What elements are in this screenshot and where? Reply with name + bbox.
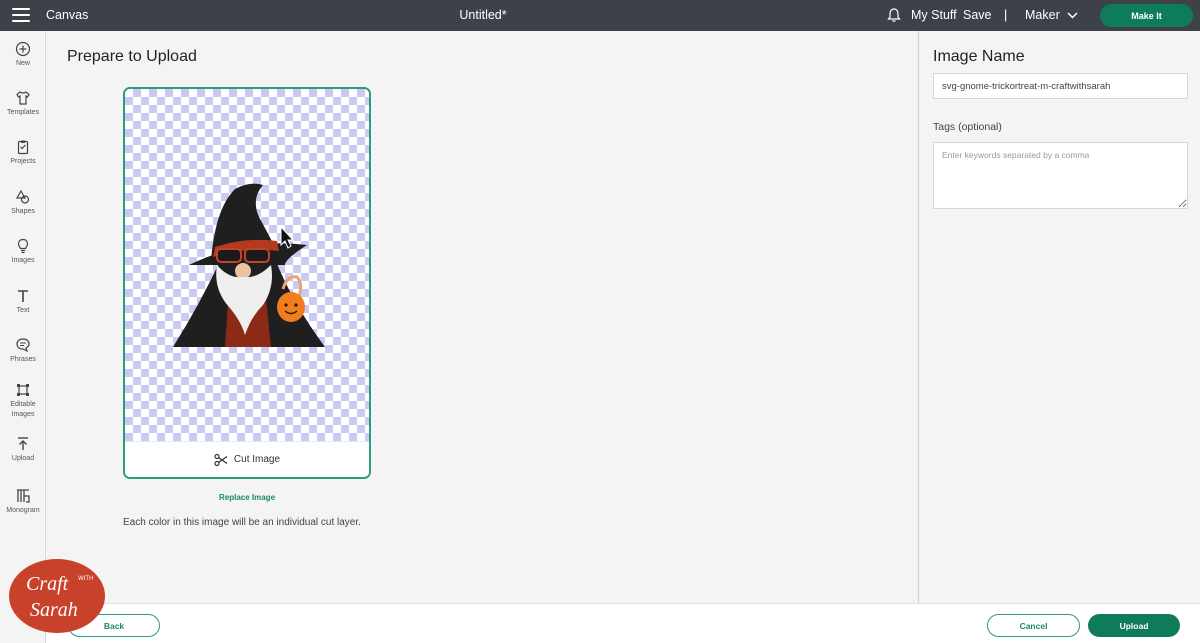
- sidebar-item-label: Templates: [7, 109, 39, 116]
- machine-label: Maker: [1025, 8, 1060, 22]
- save-link[interactable]: Save: [963, 8, 992, 22]
- svg-text:Craft: Craft: [26, 573, 69, 595]
- sidebar-item-monogram[interactable]: Monogram: [0, 488, 46, 516]
- svg-text:WITH: WITH: [78, 576, 93, 582]
- machine-select[interactable]: Maker: [1025, 8, 1078, 22]
- page-title: Prepare to Upload: [67, 48, 197, 65]
- sidebar-item-projects[interactable]: Projects: [0, 139, 46, 167]
- gnome-image: [173, 183, 325, 347]
- clipboard-icon: [17, 140, 29, 155]
- sidebar-item-label: Editable Images: [10, 401, 36, 418]
- editable-image-icon: [17, 384, 29, 396]
- svg-text:Sarah: Sarah: [30, 599, 78, 621]
- chevron-down-icon: [1067, 11, 1078, 19]
- bottom-bar: Back Cancel Upload: [46, 603, 1200, 643]
- image-name-input[interactable]: [933, 73, 1188, 99]
- shirt-icon: [16, 91, 30, 105]
- sidebar-item-editable-images[interactable]: Editable Images: [0, 382, 46, 420]
- tags-label: Tags (optional): [933, 121, 1002, 133]
- sidebar-item-new[interactable]: New: [0, 41, 46, 69]
- make-it-button[interactable]: Make It: [1100, 4, 1193, 27]
- top-bar: Canvas Untitled* My Stuff Save | Maker M…: [0, 0, 1200, 31]
- sidebar-item-upload[interactable]: Upload: [0, 436, 46, 464]
- my-stuff-link[interactable]: My Stuff: [911, 8, 957, 22]
- cut-image-option[interactable]: Cut Image: [125, 441, 369, 477]
- sidebar-item-templates[interactable]: Templates: [0, 90, 46, 118]
- sidebar-item-label: Text: [16, 307, 30, 314]
- sidebar-item-label: Projects: [10, 158, 36, 165]
- sidebar-item-images[interactable]: Images: [0, 238, 46, 266]
- upload-icon: [18, 437, 28, 450]
- sidebar-item-shapes[interactable]: Shapes: [0, 189, 46, 217]
- topbar-separator: |: [1004, 8, 1008, 22]
- tags-textarea[interactable]: [933, 142, 1188, 209]
- sidebar-item-label: Shapes: [11, 208, 35, 215]
- replace-image-link[interactable]: Replace Image: [123, 493, 371, 502]
- document-title[interactable]: Untitled*: [0, 8, 966, 22]
- plus-circle-icon: [15, 41, 31, 57]
- left-sidebar: New Templates Projects Shapes Images Tex…: [0, 31, 46, 643]
- text-icon: [18, 290, 28, 302]
- upload-button[interactable]: Upload: [1088, 614, 1180, 637]
- sidebar-item-label: Monogram: [6, 507, 40, 514]
- image-preview-card: Cut Image: [123, 87, 371, 479]
- sidebar-item-label: Phrases: [10, 356, 36, 363]
- image-name-heading: Image Name: [933, 48, 1025, 65]
- sidebar-item-phrases[interactable]: Phrases: [0, 337, 46, 365]
- speech-bubble-icon: [16, 338, 30, 353]
- scissors-icon: [214, 453, 228, 466]
- right-panel: Image Name Tags (optional): [918, 31, 1200, 603]
- shapes-icon: [15, 189, 30, 204]
- cut-layer-note: Each color in this image will be an indi…: [123, 517, 361, 528]
- bell-icon[interactable]: [886, 7, 902, 23]
- lightbulb-icon: [17, 238, 29, 254]
- cut-image-label: Cut Image: [233, 454, 281, 465]
- sidebar-item-text[interactable]: Text: [0, 288, 46, 316]
- sidebar-item-label: Upload: [11, 455, 35, 462]
- sidebar-item-label: New: [15, 60, 30, 67]
- monogram-icon: [17, 489, 30, 503]
- craft-with-sarah-logo: Craft WITH Sarah: [9, 559, 105, 633]
- sidebar-item-label: Images: [11, 257, 35, 264]
- cancel-button[interactable]: Cancel: [987, 614, 1080, 637]
